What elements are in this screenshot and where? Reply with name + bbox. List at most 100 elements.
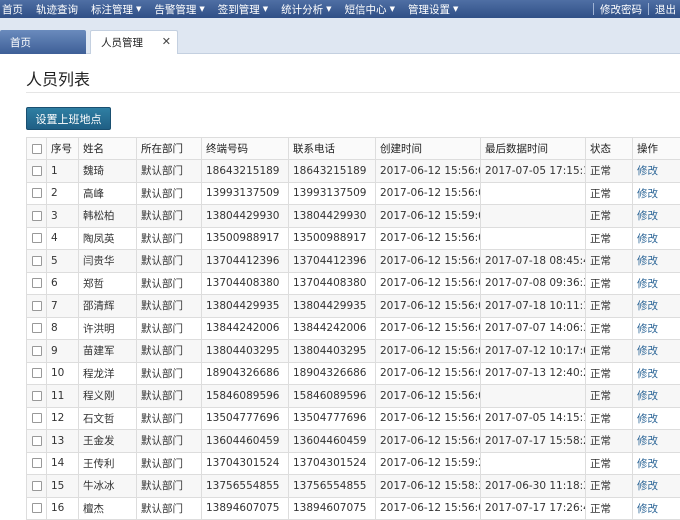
row-checkbox[interactable] — [31, 503, 42, 514]
change-password-link[interactable]: 修改密码 — [600, 2, 642, 17]
edit-link[interactable]: 修改 — [637, 210, 658, 222]
table-row: 15 牛冰冰 默认部门 13756554855 13756554855 2017-06-1… — [26, 474, 680, 498]
row-checkbox[interactable] — [31, 390, 42, 401]
nav-item-5[interactable]: 统计分析 ▼ — [281, 2, 340, 17]
chevron-down-icon: ▼ — [199, 5, 205, 13]
row-select-cell — [26, 361, 47, 385]
nav-divider — [648, 3, 649, 15]
table-cell: 2017-07-07 14:06:32 — [480, 316, 586, 340]
table-cell: 魏琦 — [78, 159, 137, 183]
table-cell: 13704408380 — [201, 271, 289, 295]
row-select-cell — [26, 316, 47, 340]
row-checkbox[interactable] — [31, 278, 42, 289]
row-select-cell — [26, 294, 47, 318]
table-cell: 14 — [46, 451, 79, 475]
table-cell: 13894607075 — [288, 496, 376, 520]
column-header: 最后数据时间 — [480, 137, 586, 160]
table-cell: 2017-06-12 15:56:09 — [375, 361, 481, 385]
table-cell: 默认部门 — [136, 429, 202, 453]
close-icon[interactable]: ✕ — [162, 35, 171, 48]
table-cell: 13844242006 — [288, 316, 376, 340]
row-checkbox[interactable] — [31, 458, 42, 469]
table-cell — [480, 384, 586, 408]
nav-item-7[interactable]: 管理设置 ▼ — [408, 2, 467, 17]
nav-item-label: 轨迹查询 — [36, 3, 78, 16]
row-checkbox[interactable] — [31, 300, 42, 311]
nav-item-3[interactable]: 告警管理 ▼ — [154, 2, 213, 17]
table-cell: 修改 — [632, 249, 680, 273]
nav-item-label: 管理设置 — [407, 3, 450, 16]
row-checkbox[interactable] — [31, 480, 42, 491]
edit-link[interactable]: 修改 — [637, 233, 658, 245]
table-cell: 2017-06-12 15:56:09 — [375, 294, 481, 318]
row-checkbox[interactable] — [31, 413, 42, 424]
edit-link[interactable]: 修改 — [637, 458, 658, 470]
edit-link[interactable]: 修改 — [637, 278, 658, 290]
table-cell: 默认部门 — [136, 496, 202, 520]
row-checkbox[interactable] — [31, 368, 42, 379]
edit-link[interactable]: 修改 — [637, 345, 658, 357]
select-all-checkbox[interactable] — [31, 143, 42, 154]
edit-link[interactable]: 修改 — [637, 413, 658, 425]
row-select-cell — [26, 159, 47, 183]
table-cell: 13704301524 — [288, 451, 376, 475]
row-checkbox[interactable] — [31, 233, 42, 244]
nav-item-6[interactable]: 短信中心 ▼ — [345, 2, 404, 17]
table-cell: 默认部门 — [136, 339, 202, 363]
table-cell: 修改 — [632, 451, 680, 475]
edit-link[interactable]: 修改 — [637, 323, 658, 335]
table-cell: 13804403295 — [288, 339, 376, 363]
table-cell: 2017-06-12 15:59:28 — [375, 451, 481, 475]
table-cell: 2017-06-12 15:56:09 — [375, 496, 481, 520]
column-header: 终端号码 — [201, 137, 289, 160]
row-checkbox[interactable] — [31, 165, 42, 176]
edit-link[interactable]: 修改 — [637, 435, 658, 447]
table-cell: 王金发 — [78, 429, 137, 453]
nav-item-1[interactable]: 轨迹查询 — [36, 2, 87, 17]
row-select-cell — [26, 429, 47, 453]
row-checkbox[interactable] — [31, 255, 42, 266]
edit-link[interactable]: 修改 — [637, 255, 658, 267]
table-cell: 2017-06-12 15:56:09 — [375, 339, 481, 363]
set-work-location-button[interactable]: 设置上班地点 — [26, 107, 111, 130]
table-cell: 8 — [46, 316, 79, 340]
column-header: 状态 — [585, 137, 633, 160]
table-cell: 修改 — [632, 181, 680, 205]
edit-link[interactable]: 修改 — [637, 165, 658, 177]
row-checkbox[interactable] — [31, 435, 42, 446]
main-menu: 首页 轨迹查询 标注管理 ▼ 告警管理 ▼ 签到管理 ▼ 统计分析 ▼ 短信中心 ▼ 管理设置 ▼ — [0, 2, 467, 17]
nav-item-4[interactable]: 签到管理 ▼ — [218, 2, 277, 17]
chevron-down-icon: ▼ — [389, 5, 395, 13]
table-cell: 陶凤英 — [78, 226, 137, 250]
edit-link[interactable]: 修改 — [637, 368, 658, 380]
logout-link[interactable]: 退出 — [655, 2, 680, 17]
edit-link[interactable]: 修改 — [637, 480, 658, 492]
row-checkbox[interactable] — [31, 188, 42, 199]
row-checkbox[interactable] — [31, 345, 42, 356]
table-cell: 2017-07-18 10:11:16 — [480, 294, 586, 318]
table-cell: 修改 — [632, 316, 680, 340]
table-cell: 2017-06-12 15:56:09 — [375, 226, 481, 250]
table-cell: 正常 — [585, 181, 633, 205]
table-cell: 默认部门 — [136, 474, 202, 498]
edit-link[interactable]: 修改 — [637, 390, 658, 402]
column-header: 联系电话 — [288, 137, 376, 160]
nav-item-2[interactable]: 标注管理 ▼ — [91, 2, 150, 17]
table-cell: 13756554855 — [201, 474, 289, 498]
table-cell: 檀杰 — [78, 496, 137, 520]
personnel-table-container: 序号 姓名 所在部门 终端号码 联系电话 创建时间 最后数据时间 状态 操作 1 魏琦 默认部门 18… — [26, 137, 680, 520]
tab-personnel-management[interactable]: 人员管理 ✕ — [90, 30, 178, 54]
row-select-cell — [26, 474, 47, 498]
edit-link[interactable]: 修改 — [637, 300, 658, 312]
nav-item-label: 首页 — [2, 3, 23, 16]
table-cell: 修改 — [632, 361, 680, 385]
table-cell: 默认部门 — [136, 204, 202, 228]
nav-item-0[interactable]: 首页 — [2, 2, 32, 17]
edit-link[interactable]: 修改 — [637, 503, 658, 515]
edit-link[interactable]: 修改 — [637, 188, 658, 200]
table-cell: 2017-06-12 15:56:09 — [375, 181, 481, 205]
row-checkbox[interactable] — [31, 323, 42, 334]
table-cell: 13804403295 — [201, 339, 289, 363]
tab-home[interactable]: 首页 — [0, 30, 86, 54]
row-checkbox[interactable] — [31, 210, 42, 221]
